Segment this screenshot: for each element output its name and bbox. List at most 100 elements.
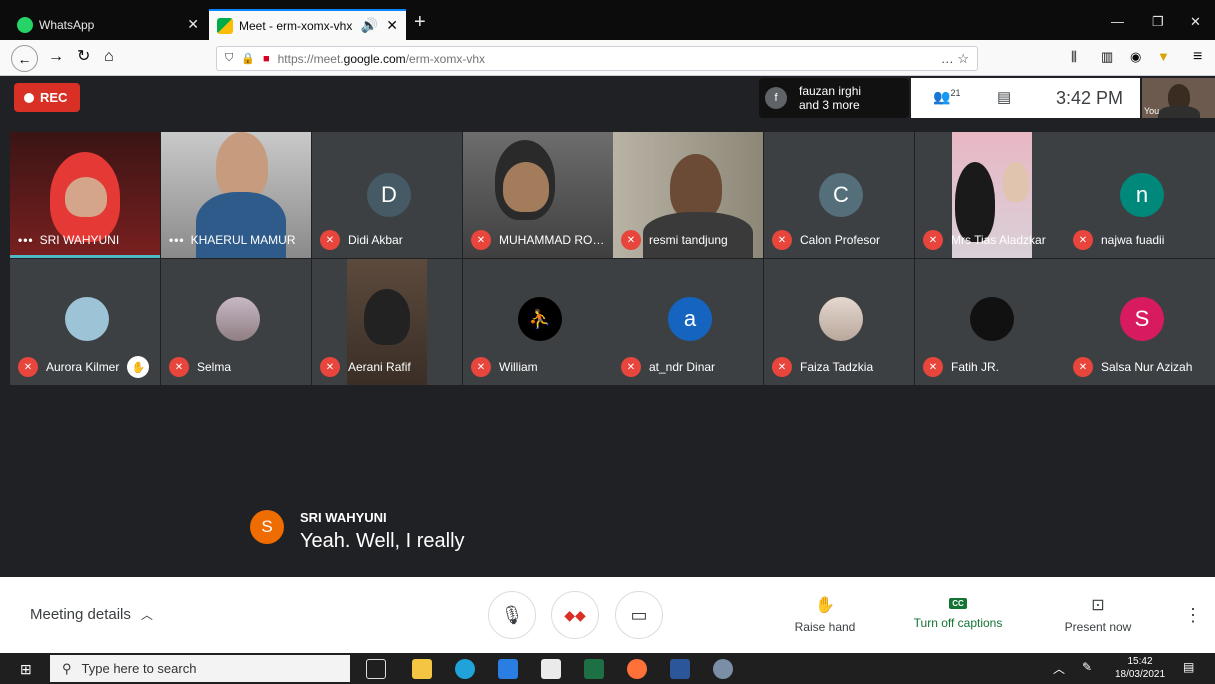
participant-tile[interactable]: S ✕ Salsa Nur Azizah <box>1065 259 1215 385</box>
address-bar[interactable]: ⛉ 🔒 ■ https://meet.google.com/erm-xomx-v… <box>216 46 978 71</box>
caption-text: Yeah. Well, I really <box>300 530 465 552</box>
participant-tile[interactable]: ✕ resmi tandjung <box>613 132 763 258</box>
meeting-details-button[interactable]: Meeting details ︿ <box>30 606 153 623</box>
participant-name: ✕ Faiza Tadzkia <box>772 357 914 377</box>
self-label: You <box>1144 106 1160 116</box>
raise-hand-label: Raise hand <box>794 620 856 634</box>
speaking-indicator-icon: ••• <box>18 233 34 247</box>
windows-start-icon[interactable]: ⊞ <box>20 661 32 678</box>
forward-button[interactable]: → <box>48 48 64 66</box>
self-view[interactable]: You <box>1142 78 1215 118</box>
participant-tile[interactable]: ✕ MUHAMMAD RO… <box>463 132 613 258</box>
participant-tile[interactable]: ••• SRI WAHYUNI <box>10 132 160 258</box>
browser-toolbar: ← → ↻ ⌂ ⛉ 🔒 ■ https://meet.google.com/er… <box>0 40 1215 76</box>
edge-icon[interactable] <box>455 659 475 679</box>
firefox-icon[interactable] <box>627 659 647 679</box>
back-button[interactable]: ← <box>11 45 38 72</box>
mic-off-icon: ✕ <box>320 357 340 377</box>
raise-hand-button[interactable]: ✋ Raise hand <box>790 595 860 634</box>
raised-hand-icon: ✋ <box>127 356 150 378</box>
taskbar-time: 15:42 <box>1127 656 1153 667</box>
present-now-button[interactable]: ⊡ Present now <box>1060 595 1136 634</box>
meeting-info-bar: 👥21 ▤ 3:42 PM <box>911 78 1140 118</box>
library-icon[interactable]: ⫼ <box>1071 48 1077 66</box>
close-tab-icon[interactable]: ✕ <box>386 17 398 34</box>
leave-call-button[interactable]: ◆◆ <box>551 591 599 639</box>
mic-off-icon: ✕ <box>923 357 943 377</box>
windows-taskbar: ⊞ ⚲ Type here to search ︿ ✎ 15:42 18/03/… <box>0 653 1215 684</box>
store-icon[interactable] <box>541 659 561 679</box>
file-explorer-icon[interactable] <box>412 659 432 679</box>
hang-up-icon: ◆◆ <box>564 606 586 623</box>
excel-icon[interactable] <box>584 659 604 679</box>
restore-button[interactable]: ❐ <box>1152 14 1164 30</box>
paint-icon[interactable] <box>713 659 733 679</box>
people-button[interactable]: 👥21 <box>933 88 960 106</box>
speaking-indicator-icon: ••• <box>169 233 185 247</box>
participant-avatar: C <box>819 173 863 217</box>
tab-title: Meet - erm-xomx-vhx <box>239 18 353 33</box>
notifications-icon[interactable]: ▤ <box>1183 660 1194 674</box>
sidebar-icon[interactable]: ▥ <box>1101 48 1113 66</box>
participant-tile[interactable]: ••• KHAERUL MAMUR <box>161 132 311 258</box>
home-button[interactable]: ⌂ <box>104 48 114 66</box>
participant-tile[interactable]: a ✕ at_ndr Dinar <box>613 259 763 385</box>
close-window-button[interactable]: ✕ <box>1190 14 1201 30</box>
mic-off-icon: ✕ <box>772 230 792 250</box>
mic-off-icon: ✕ <box>18 357 38 377</box>
taskbar-clock[interactable]: 15:42 18/03/2021 <box>1112 655 1168 681</box>
participant-tile[interactable]: ✕ Faiza Tadzkia <box>764 259 914 385</box>
meet-icon <box>217 17 233 34</box>
reload-button[interactable]: ↻ <box>77 48 90 66</box>
participant-tile[interactable]: ✕ Aurora Kilmer ✋ <box>10 259 160 385</box>
mic-off-icon: ✕ <box>1073 230 1093 250</box>
participant-tile[interactable]: ✕ Selma <box>161 259 311 385</box>
speaker-icon[interactable]: 🔊 <box>361 17 378 34</box>
participant-tile[interactable]: ⛹ ✕ William <box>463 259 613 385</box>
mic-off-icon: ✕ <box>772 357 792 377</box>
participant-avatar: D <box>367 173 411 217</box>
task-view-icon[interactable] <box>366 659 386 679</box>
mail-icon[interactable] <box>498 659 518 679</box>
microphone-button[interactable]: 🎙 <box>488 591 536 639</box>
page-actions[interactable]: … ☆ <box>941 51 969 67</box>
browser-tab-strip: WhatsApp ✕ Meet - erm-xomx-vhx 🔊 ✕ + — ❐… <box>0 0 1215 40</box>
present-now-label: Present now <box>1064 620 1132 634</box>
tab-meet[interactable]: Meet - erm-xomx-vhx 🔊 ✕ <box>209 9 406 40</box>
menu-icon[interactable]: ≡ <box>1193 48 1202 66</box>
more-options-icon[interactable]: ⋮ <box>1184 605 1202 626</box>
meeting-details-label: Meeting details <box>30 606 131 623</box>
participant-tile[interactable]: C ✕ Calon Profesor <box>764 132 914 258</box>
recording-badge: REC <box>14 83 80 112</box>
account-icon[interactable]: ◉ <box>1130 48 1141 66</box>
participant-photo <box>819 297 863 341</box>
participant-tile[interactable]: n ✕ najwa fuadii <box>1065 132 1215 258</box>
participant-avatar: n <box>1120 173 1164 217</box>
chat-icon[interactable]: ▤ <box>997 88 1011 106</box>
camera-button[interactable]: ▭ <box>615 591 663 639</box>
word-icon[interactable] <box>670 659 690 679</box>
participant-name: ✕ Salsa Nur Azizah <box>1073 357 1215 377</box>
chevron-up-icon: ︿ <box>140 608 153 622</box>
new-tab-button[interactable]: + <box>414 12 426 32</box>
pen-icon[interactable]: ✎ <box>1082 660 1092 674</box>
mic-off-icon: ✕ <box>1073 357 1093 377</box>
camera-permission-icon[interactable]: ■ <box>263 53 270 65</box>
participant-tile[interactable]: ✕ Aerani Rafif <box>312 259 462 385</box>
chevron-up-icon[interactable]: ︿ <box>1053 660 1065 677</box>
captions-button[interactable]: CC Turn off captions <box>905 595 1011 630</box>
participant-name: ✕ MUHAMMAD RO… <box>471 230 613 250</box>
participant-avatar: S <box>1120 297 1164 341</box>
participant-tile[interactable]: ✕ Mrs Tias Aladzkar <box>915 132 1065 258</box>
lock-icon[interactable]: 🔒 <box>241 52 255 65</box>
shield-icon[interactable]: ⛉ <box>225 52 233 65</box>
taskbar-search-box[interactable]: ⚲ Type here to search <box>50 655 350 682</box>
extension-icon[interactable]: ▼ <box>1157 48 1170 66</box>
taskbar-date: 18/03/2021 <box>1114 669 1166 680</box>
close-tab-icon[interactable]: ✕ <box>187 16 199 33</box>
minimize-button[interactable]: — <box>1111 14 1124 29</box>
participant-tile[interactable]: D ✕ Didi Akbar <box>312 132 462 258</box>
participant-avatar: a <box>668 297 712 341</box>
tab-whatsapp[interactable]: WhatsApp ✕ <box>9 9 207 40</box>
participant-tile[interactable]: ✕ Fatih JR. <box>915 259 1065 385</box>
